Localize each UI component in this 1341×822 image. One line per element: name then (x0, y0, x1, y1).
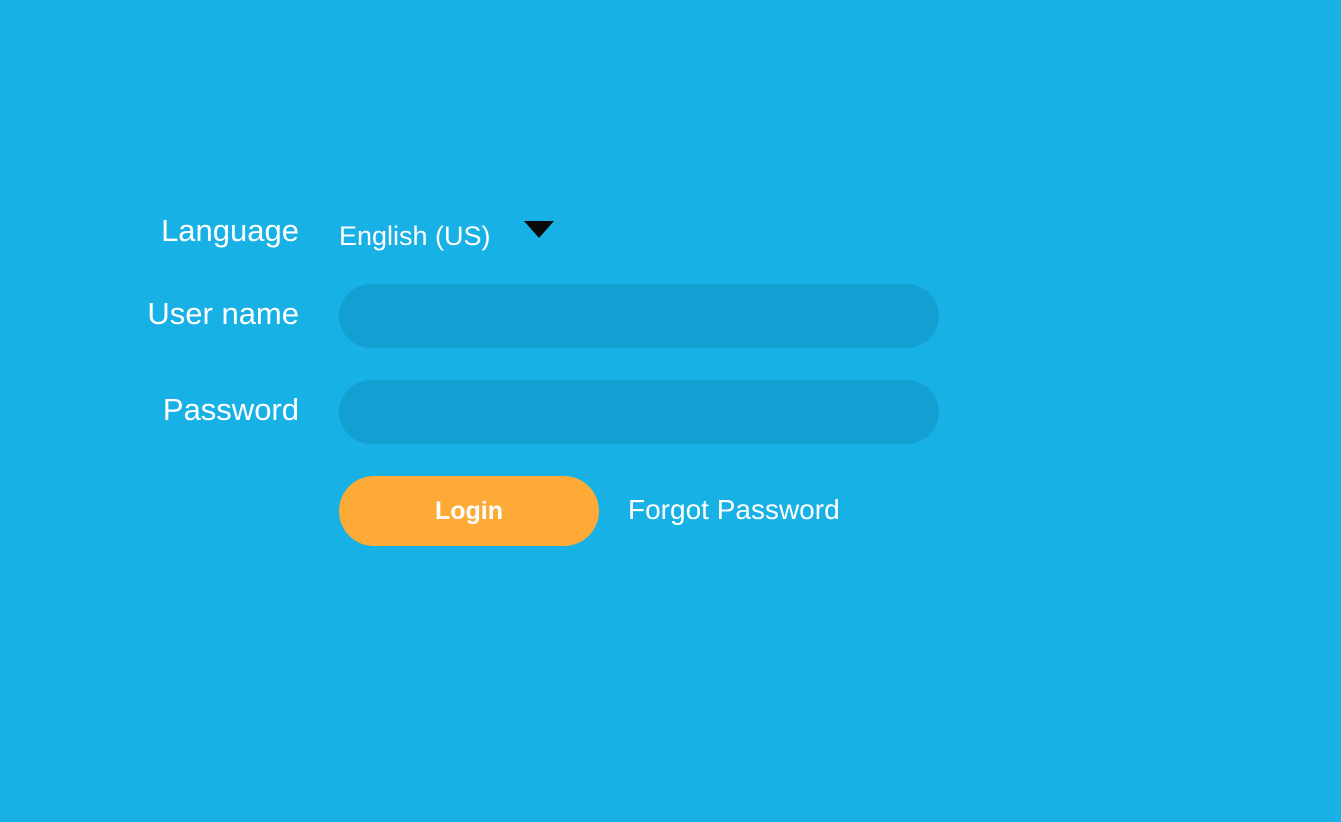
username-label: User name (147, 296, 299, 331)
password-label: Password (162, 392, 299, 427)
login-form: Language English (US) User name Password… (0, 0, 1341, 822)
login-button[interactable]: Login (339, 476, 599, 546)
language-selected-value: English (US) (339, 221, 491, 251)
username-input[interactable] (339, 284, 939, 348)
forgot-password-link[interactable]: Forgot Password (628, 491, 840, 529)
chevron-down-icon[interactable] (524, 221, 554, 238)
language-dropdown[interactable]: English (US) (339, 214, 559, 258)
password-input[interactable] (339, 380, 939, 444)
language-label: Language (161, 213, 299, 248)
